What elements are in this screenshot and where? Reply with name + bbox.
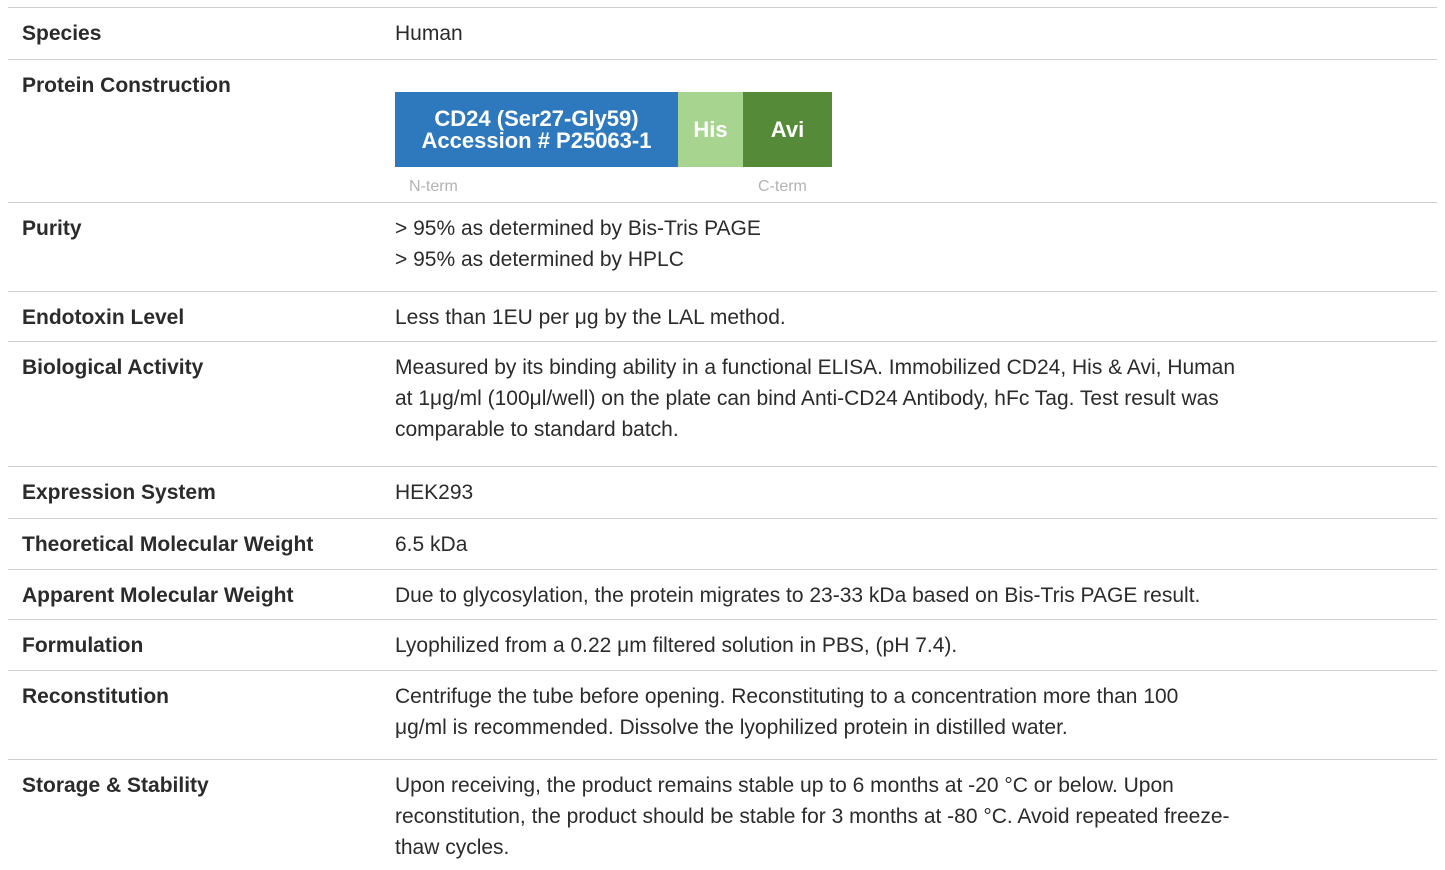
c-term-label: C-term [758,178,807,195]
row-label: Purity [22,217,82,240]
purity-line: > 95% as determined by Bis-Tris PAGE [395,217,761,240]
row-label: Species [22,22,102,45]
row-value: > 95% as determined by Bis-Tris PAGE > 9… [395,203,1437,291]
row-label: Reconstitution [22,685,169,708]
row-label: Formulation [22,634,144,657]
row-formulation: Formulation Lyophilized from a 0.22 μm f… [8,620,1437,671]
segment-cd24: CD24 (Ser27-Gly59) Accession # P25063-1 [395,92,678,167]
row-label: Theoretical Molecular Weight [22,533,314,556]
row-value: Measured by its binding ability in a fun… [395,342,1437,466]
row-purity: Purity > 95% as determined by Bis-Tris P… [8,203,1437,292]
storage-line: thaw cycles. [395,836,510,859]
row-value: Upon receiving, the product remains stab… [395,760,1437,870]
segment-cd24-name: CD24 (Ser27-Gly59) [434,105,639,131]
row-label: Protein Construction [22,74,231,97]
segment-cd24-accession: Accession # P25063-1 [421,127,652,153]
segment-avi-tag: Avi [743,92,832,167]
purity-line: > 95% as determined by HPLC [395,248,684,271]
construct-bars: CD24 (Ser27-Gly59) Accession # P25063-1 … [395,92,1421,167]
row-value: 6.5 kDa [395,533,468,556]
row-label: Biological Activity [22,356,204,379]
row-expression-system: Expression System HEK293 [8,467,1437,519]
row-value: HEK293 [395,481,474,504]
row-species: Species Human [8,8,1437,60]
row-biological-activity: Biological Activity Measured by its bind… [8,342,1437,467]
row-label: Endotoxin Level [22,306,185,329]
row-value: Human [395,22,463,45]
row-apparent-mw: Apparent Molecular Weight Due to glycosy… [8,570,1437,620]
row-value: Less than 1EU per μg by the LAL method. [395,306,786,329]
spec-table: Species Human Protein Construction CD24 … [8,7,1437,870]
activity-line: Measured by its binding ability in a fun… [395,356,1236,379]
row-theoretical-mw: Theoretical Molecular Weight 6.5 kDa [8,519,1437,570]
row-endotoxin-level: Endotoxin Level Less than 1EU per μg by … [8,292,1437,342]
storage-line: reconstitution, the product should be st… [395,805,1230,828]
row-value: Centrifuge the tube before opening. Reco… [395,671,1437,759]
reconstitution-line: Centrifuge the tube before opening. Reco… [395,685,1179,708]
n-term-label: N-term [409,178,458,195]
construct-diagram: CD24 (Ser27-Gly59) Accession # P25063-1 … [395,60,1437,202]
row-value: Due to glycosylation, the protein migrat… [395,584,1201,607]
row-reconstitution: Reconstitution Centrifuge the tube befor… [8,671,1437,760]
row-protein-construction: Protein Construction CD24 (Ser27-Gly59) … [8,60,1437,203]
storage-line: Upon receiving, the product remains stab… [395,774,1174,797]
activity-line: at 1μg/ml (100μl/well) on the plate can … [395,387,1219,410]
row-storage-stability: Storage & Stability Upon receiving, the … [8,760,1437,870]
segment-his-tag: His [678,92,743,167]
row-label: Apparent Molecular Weight [22,584,294,607]
reconstitution-line: μg/ml is recommended. Dissolve the lyoph… [395,716,1068,739]
activity-line: comparable to standard batch. [395,418,679,441]
row-label: Storage & Stability [22,774,209,797]
row-value: Lyophilized from a 0.22 μm filtered solu… [395,634,958,657]
row-label: Expression System [22,481,216,504]
